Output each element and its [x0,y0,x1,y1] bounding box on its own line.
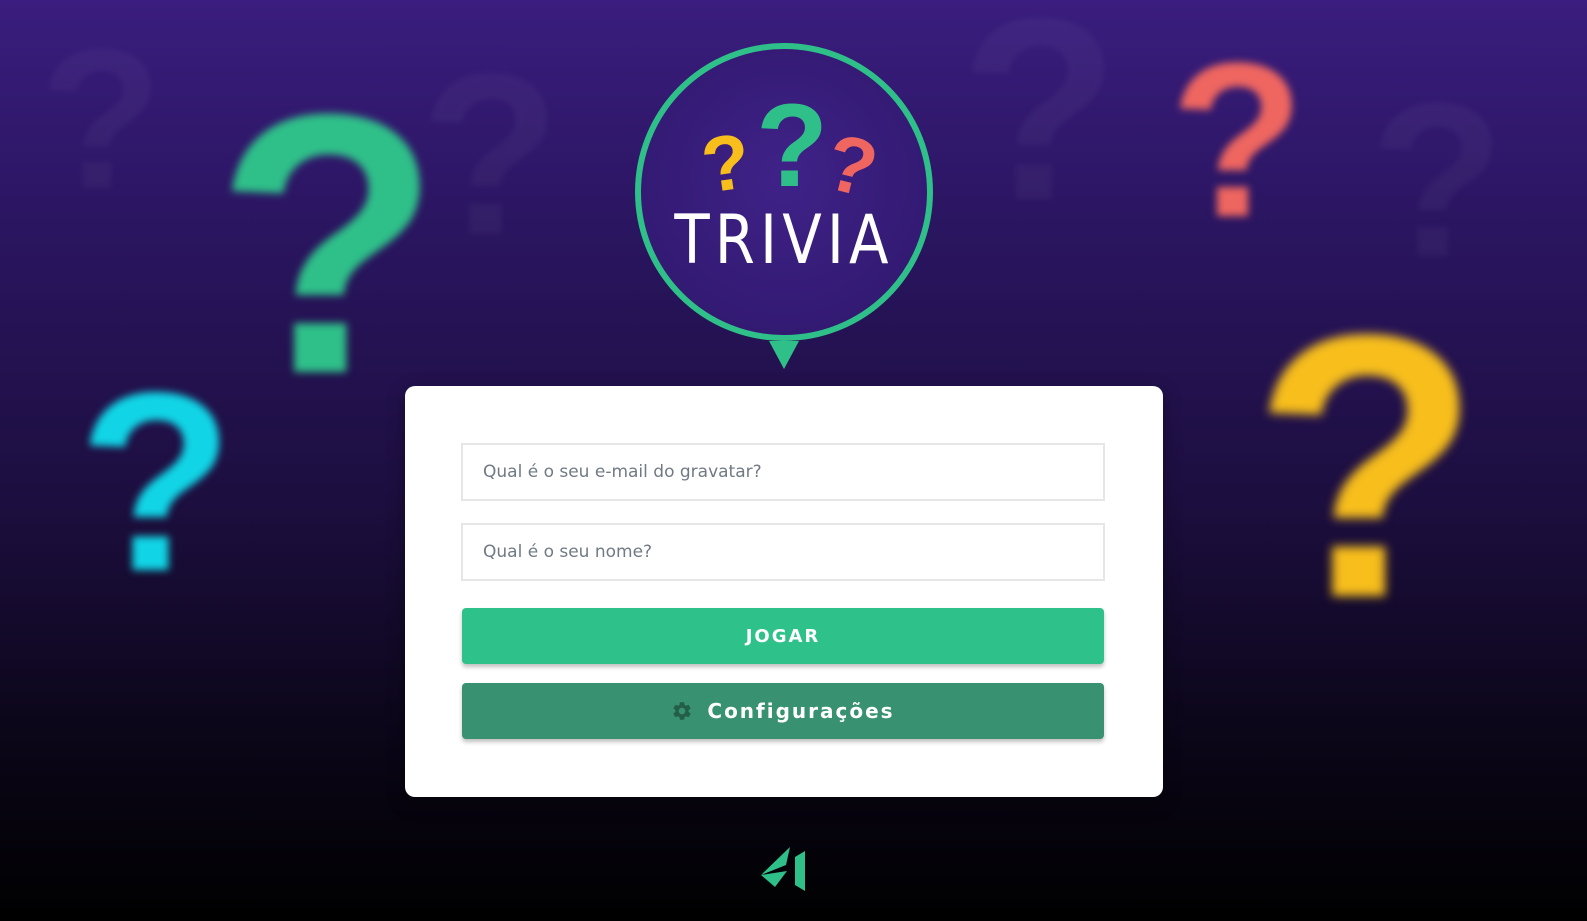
background-question-mark-yellow: ? [1252,258,1482,676]
logo-question-mark-yellow: ? [696,116,756,210]
gear-icon [671,700,693,722]
settings-button-label: Configurações [707,699,895,723]
player-name-input[interactable] [461,523,1105,581]
play-button-label: JOGAR [745,625,821,647]
background-question-mark: ? [420,40,561,270]
gravatar-email-input[interactable] [461,443,1105,501]
background-question-mark: ? [40,20,162,220]
background-question-mark: ? [960,0,1119,240]
background-question-mark: ? [1370,70,1504,290]
play-button[interactable]: JOGAR [462,608,1104,664]
background-question-mark-green: ? [215,38,442,451]
trybe-logo-icon [757,845,809,897]
settings-button[interactable]: Configurações [462,683,1104,739]
background-question-mark-cyan: ? [78,340,234,625]
trivia-logo: ? ? ? TRIVIA [635,43,933,341]
background-question-mark-red: ? [1170,17,1305,263]
logo-title: TRIVIA [674,201,894,280]
logo-question-mark-green: ? [756,80,829,212]
logo-pointer [769,341,799,369]
login-card: JOGAR Configurações [405,386,1163,797]
